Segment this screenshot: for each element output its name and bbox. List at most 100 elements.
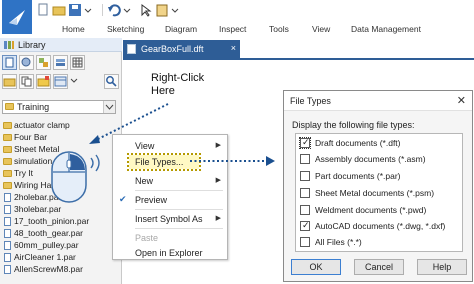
- clipboard-icon[interactable]: [155, 3, 169, 17]
- menu-divider: [135, 209, 223, 210]
- tab-diagram[interactable]: Diagram: [165, 24, 197, 34]
- part-file-icon: [4, 193, 11, 202]
- file-type-checkbox[interactable]: Sheet Metal documents (*.psm): [300, 187, 460, 200]
- chevron-down-icon[interactable]: [123, 3, 137, 17]
- file-type-checkbox[interactable]: Part documents (*.par): [300, 170, 460, 183]
- copy-icon[interactable]: [19, 74, 34, 89]
- toolbar-divider: [102, 4, 103, 16]
- undo-icon[interactable]: [107, 3, 121, 17]
- library-books-icon: [4, 41, 14, 49]
- folder-icon: [3, 170, 12, 177]
- folder-up-icon[interactable]: [2, 74, 17, 89]
- list-item-label: 48_tooth_gear.par: [14, 228, 84, 238]
- open-folder-icon[interactable]: [52, 3, 66, 17]
- library-panel: Library Training actuator clamp Four Bar…: [0, 38, 122, 284]
- list-item-label: 3holebar.par: [14, 204, 62, 214]
- folder-icon: [3, 158, 12, 165]
- menu-item-label: Paste: [135, 233, 159, 243]
- menu-item-paste: Paste: [113, 231, 227, 245]
- part-file-icon: [4, 265, 11, 274]
- menu-item-label: Insert Symbol As: [135, 214, 203, 224]
- checkbox-label: Weldment documents (*.pwd): [315, 205, 427, 215]
- menu-item-label: Preview: [135, 195, 168, 205]
- checkbox[interactable]: [300, 220, 310, 231]
- menu-item-insert-symbol-as[interactable]: Insert Symbol As ▶: [113, 212, 227, 226]
- tab-tools[interactable]: Tools: [269, 24, 289, 34]
- document-tab-label: GearBoxFull.dft: [141, 44, 204, 54]
- checkbox[interactable]: [300, 237, 310, 247]
- menu-item-label: New: [135, 176, 154, 186]
- help-button[interactable]: Help: [417, 259, 467, 275]
- save-icon[interactable]: [68, 3, 82, 17]
- ribbon-tab-bar: Home Sketching Diagram Inspect Tools Vie…: [0, 20, 474, 36]
- list-item-label: Sheet Metal: [14, 144, 60, 154]
- part-file-icon: [4, 205, 11, 214]
- checkbox[interactable]: [300, 205, 310, 215]
- close-icon[interactable]: ✕: [457, 94, 466, 107]
- cancel-button[interactable]: Cancel: [354, 259, 404, 275]
- checkbox[interactable]: [300, 171, 310, 181]
- folder-icon: [3, 182, 12, 189]
- document-tab-strip: [123, 58, 474, 60]
- tab-home[interactable]: Home: [62, 24, 85, 34]
- tab-sketching[interactable]: Sketching: [107, 24, 144, 34]
- new-file-icon[interactable]: [36, 3, 50, 17]
- library-toolbar: [2, 55, 85, 71]
- folder-dropdown-value: Training: [17, 102, 50, 112]
- check-icon: ✔: [119, 194, 127, 204]
- checkbox[interactable]: [300, 154, 310, 164]
- chevron-down-icon[interactable]: [70, 74, 78, 89]
- menu-divider: [135, 228, 223, 229]
- checkbox-label: Assembly documents (*.asm): [315, 154, 426, 164]
- tab-inspect[interactable]: Inspect: [219, 24, 246, 34]
- file-type-checkbox[interactable]: Draft documents (*.dft): [299, 137, 460, 150]
- library-header: Library: [0, 38, 122, 52]
- submenu-arrow-icon: ▶: [215, 177, 221, 184]
- views-icon[interactable]: [53, 74, 68, 89]
- tab-data-management[interactable]: Data Management: [351, 24, 421, 34]
- menu-item-label: View: [135, 141, 155, 151]
- library-title: Library: [18, 40, 46, 50]
- chevron-down-icon[interactable]: [84, 3, 98, 17]
- menu-item-new[interactable]: New ▶: [113, 174, 227, 188]
- document-tab[interactable]: GearBoxFull.dft ×: [123, 40, 240, 58]
- assembly-icon[interactable]: [36, 55, 51, 70]
- menu-item-label: File Types...: [135, 157, 184, 167]
- checkbox[interactable]: [299, 137, 311, 149]
- chevron-down-icon[interactable]: [171, 3, 185, 17]
- file-type-checkbox[interactable]: Assembly documents (*.asm): [300, 153, 460, 166]
- tab-view[interactable]: View: [312, 24, 330, 34]
- new-folder-icon[interactable]: [36, 74, 51, 89]
- file-type-checkbox[interactable]: Weldment documents (*.pwd): [300, 204, 460, 217]
- part-file-icon: [4, 229, 11, 238]
- parts-icon[interactable]: [19, 55, 34, 70]
- dialog-title: File Types: [290, 96, 331, 106]
- ok-button[interactable]: OK: [291, 259, 341, 275]
- layers-icon[interactable]: [53, 55, 68, 70]
- list-item-label: 17_tooth_pinion.par: [14, 216, 90, 226]
- list-item-label: Four Bar: [14, 132, 48, 142]
- folder-dropdown[interactable]: Training: [2, 100, 116, 114]
- menu-item-open-in-explorer[interactable]: Open in Explorer: [113, 246, 227, 260]
- quick-access-toolbar: [36, 2, 185, 18]
- menu-divider: [135, 190, 223, 191]
- menu-item-preview[interactable]: ✔ Preview: [113, 193, 227, 207]
- checkbox[interactable]: [300, 188, 310, 198]
- folder-icon: [5, 103, 14, 110]
- file-type-checkbox[interactable]: All Files (*.*): [300, 236, 460, 249]
- library-view-icon[interactable]: [2, 55, 17, 70]
- cursor-icon[interactable]: [139, 3, 153, 17]
- menu-item-file-types[interactable]: File Types...: [127, 153, 201, 171]
- file-types-dialog: File Types ✕ Display the following file …: [283, 90, 473, 282]
- checkbox-label: All Files (*.*): [315, 237, 362, 247]
- library-file-list: actuator clamp Four Bar Sheet Metal simu…: [2, 120, 120, 284]
- list-item-label: Try It: [14, 168, 34, 178]
- grid-icon[interactable]: [70, 55, 85, 70]
- callout-line-2: Here: [151, 85, 175, 97]
- search-icon[interactable]: [104, 74, 119, 89]
- close-icon[interactable]: ×: [231, 43, 236, 53]
- list-item-label: AllenScrewM8.par: [14, 264, 83, 274]
- menu-item-view[interactable]: View ▶: [113, 139, 227, 153]
- file-type-checkbox[interactable]: AutoCAD documents (*.dwg, *.dxf): [300, 220, 460, 233]
- checkbox-label: AutoCAD documents (*.dwg, *.dxf): [315, 221, 446, 231]
